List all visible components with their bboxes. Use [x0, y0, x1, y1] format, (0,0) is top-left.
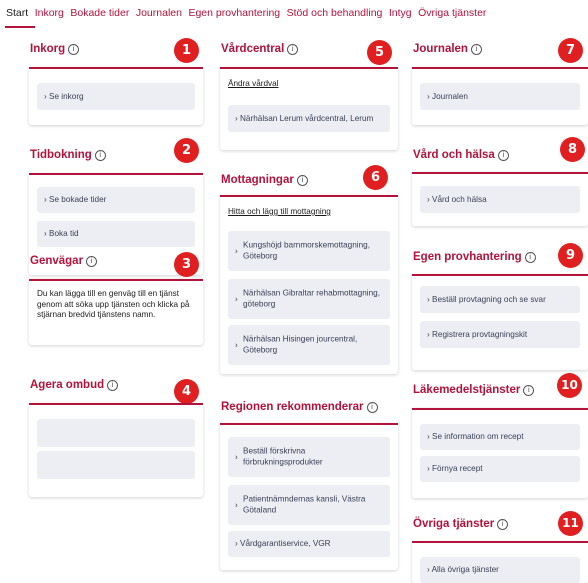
placeholder-row	[37, 419, 195, 447]
link-row-kungshojd[interactable]: › Kungshöjd barnmorskemottagning, Götebor…	[228, 231, 390, 271]
genvagar-help-text: Du kan lägga till en genväg till en tjän…	[37, 289, 190, 319]
egen-provhantering-card: › Beställ provtagning och se svar › Regi…	[412, 274, 588, 370]
row-label: Se inkorg	[49, 91, 84, 101]
regionen-rekommenderar-card: › Beställ förskrivna förbrukningsprodukte…	[220, 423, 398, 570]
info-icon[interactable]: i	[497, 150, 509, 161]
link-row-bestall-forbrukningsprodukter[interactable]: › Beställ förskrivna förbrukningsprodukte…	[228, 437, 390, 477]
number-badge-6: 6	[363, 165, 388, 190]
link-row-se-recept[interactable]: › Se information om recept	[420, 424, 580, 450]
top-nav: Start Inkorg Bokade tider Journalen Egen…	[0, 0, 588, 34]
inkorg-title: Inkorg i	[30, 43, 80, 55]
vardcentral-card: Ändra vårdval › Närhälsan Lerum vårdcent…	[220, 67, 398, 150]
link-row-hisingen[interactable]: › Närhälsan Hisingen jourcentral, Götebor…	[228, 325, 390, 365]
link-row-patientnamnderna[interactable]: › Patientnämndernas kansli, Västra Götala…	[228, 485, 390, 525]
row-label: Registrera provtagningskit	[432, 329, 528, 339]
row-label: Beställ provtagning och se svar	[432, 294, 546, 304]
info-icon[interactable]: i	[68, 44, 80, 55]
tab-egen-provhantering[interactable]: Egen provhantering	[188, 7, 280, 19]
tab-bokade-tider[interactable]: Bokade tider	[70, 7, 129, 19]
info-icon[interactable]: i	[497, 519, 509, 530]
row-label: Förnya recept	[432, 463, 483, 473]
row-label: Närhälsan Gibraltar rehabmottagning, göt…	[243, 288, 380, 309]
link-row-fornya-recept[interactable]: › Förnya recept	[420, 456, 580, 482]
row-label: Vård och hälsa	[432, 194, 487, 204]
link-row-boka-tid[interactable]: › Boka tid	[37, 221, 195, 247]
info-icon[interactable]: i	[296, 175, 308, 186]
ovriga-tjanster-title: Övriga tjänster i	[413, 518, 509, 530]
row-label: Boka tid	[49, 228, 79, 238]
link-row-registrera-provtagningskit[interactable]: › Registrera provtagningskit	[420, 321, 580, 348]
info-icon[interactable]: i	[523, 385, 535, 396]
mottagningar-title: Mottagningar i	[221, 174, 308, 186]
number-badge-9: 9	[558, 243, 583, 268]
tab-ovriga-tjanster[interactable]: Övriga tjänster	[418, 7, 486, 19]
vard-och-halsa-card: › Vård och hälsa	[412, 172, 588, 226]
vardcentral-title: Vårdcentral i	[221, 43, 299, 55]
andra-vardval-link[interactable]: Ändra vårdval	[228, 79, 279, 88]
number-badge-7: 7	[558, 38, 583, 63]
genvagar-card: Du kan lägga till en genväg till en tjän…	[29, 279, 203, 345]
link-row-journalen[interactable]: › Journalen	[420, 83, 580, 110]
link-row-alla-ovriga-tjanster[interactable]: › Alla övriga tjänster	[420, 557, 580, 583]
tidbokning-title: Tidbokning i	[30, 149, 106, 161]
info-icon[interactable]: i	[524, 252, 536, 263]
number-badge-1: 1	[174, 38, 199, 63]
vard-och-halsa-title: Vård och hälsa i	[413, 149, 509, 161]
link-row-vardgarantiservice[interactable]: › Vårdgarantiservice, VGR	[228, 531, 390, 557]
tab-intyg[interactable]: Intyg	[389, 7, 412, 19]
inkorg-card: › Se inkorg	[29, 67, 203, 125]
lakemedelstjanster-title: Läkemedelstjänster i	[413, 384, 535, 396]
number-badge-11: 11	[558, 511, 583, 536]
tab-journalen[interactable]: Journalen	[136, 7, 182, 19]
link-row-se-inkorg[interactable]: › Se inkorg	[37, 83, 195, 110]
agera-ombud-card	[29, 403, 203, 497]
hitta-mottagning-link[interactable]: Hitta och lägg till mottagning	[228, 207, 331, 216]
row-label: Beställ förskrivna förbrukningsprodukter	[243, 446, 323, 467]
ovriga-tjanster-card: › Alla övriga tjänster	[412, 541, 588, 583]
row-label: Patientnämndernas kansli, Västra Götalan…	[243, 494, 366, 515]
info-icon[interactable]: i	[366, 402, 378, 413]
nav-tabs: Start Inkorg Bokade tider Journalen Egen…	[6, 7, 493, 19]
tab-start[interactable]: Start	[6, 7, 28, 19]
number-badge-3: 3	[174, 252, 199, 277]
mottagningar-card: Hitta och lägg till mottagning › Kungshöj…	[220, 195, 398, 374]
info-icon[interactable]: i	[470, 44, 482, 55]
regionen-rekommenderar-title: Regionen rekommenderar i	[221, 401, 378, 413]
tab-stod-och-behandling[interactable]: Stöd och behandling	[287, 7, 383, 19]
row-label: Närhälsan Hisingen jourcentral, Göteborg	[243, 334, 358, 355]
info-icon[interactable]: i	[287, 44, 299, 55]
row-label: Journalen	[432, 91, 468, 101]
placeholder-row	[37, 451, 195, 479]
journalen-title: Journalen i	[413, 43, 482, 55]
number-badge-4: 4	[174, 379, 199, 404]
tab-inkorg[interactable]: Inkorg	[35, 7, 64, 19]
journalen-card: › Journalen	[412, 67, 588, 125]
row-label: Alla övriga tjänster	[431, 564, 499, 574]
row-label: Kungshöjd barnmorskemottagning, Göteborg	[243, 240, 370, 261]
link-row-bestall-provtagning[interactable]: › Beställ provtagning och se svar	[420, 286, 580, 313]
info-icon[interactable]: i	[107, 380, 119, 391]
link-row-vard-och-halsa[interactable]: › Vård och hälsa	[420, 186, 580, 213]
info-icon[interactable]: i	[94, 150, 106, 161]
number-badge-10: 10	[557, 373, 582, 398]
link-row-vardcentral-lerum[interactable]: › Närhälsan Lerum vårdcentral, Lerum	[228, 105, 390, 132]
active-tab-indicator	[5, 26, 35, 28]
lakemedelstjanster-card: › Se information om recept › Förnya rece…	[412, 408, 588, 498]
info-icon[interactable]: i	[86, 256, 98, 267]
row-label: Närhälsan Lerum vårdcentral, Lerum	[240, 113, 374, 123]
row-label: Se information om recept	[432, 431, 524, 441]
number-badge-5: 5	[367, 40, 392, 65]
number-badge-2: 2	[174, 138, 199, 163]
link-row-se-bokade-tider[interactable]: › Se bokade tider	[37, 187, 195, 213]
genvagar-title: Genvägar i	[30, 255, 98, 267]
number-badge-8: 8	[560, 137, 585, 162]
row-label: Vårdgarantiservice, VGR	[240, 538, 331, 548]
row-label: Se bokade tider	[49, 194, 107, 204]
agera-ombud-title: Agera ombud i	[30, 379, 119, 391]
link-row-gibraltar[interactable]: › Närhälsan Gibraltar rehabmottagning, gö…	[228, 279, 390, 319]
egen-provhantering-title: Egen provhantering i	[413, 251, 536, 263]
